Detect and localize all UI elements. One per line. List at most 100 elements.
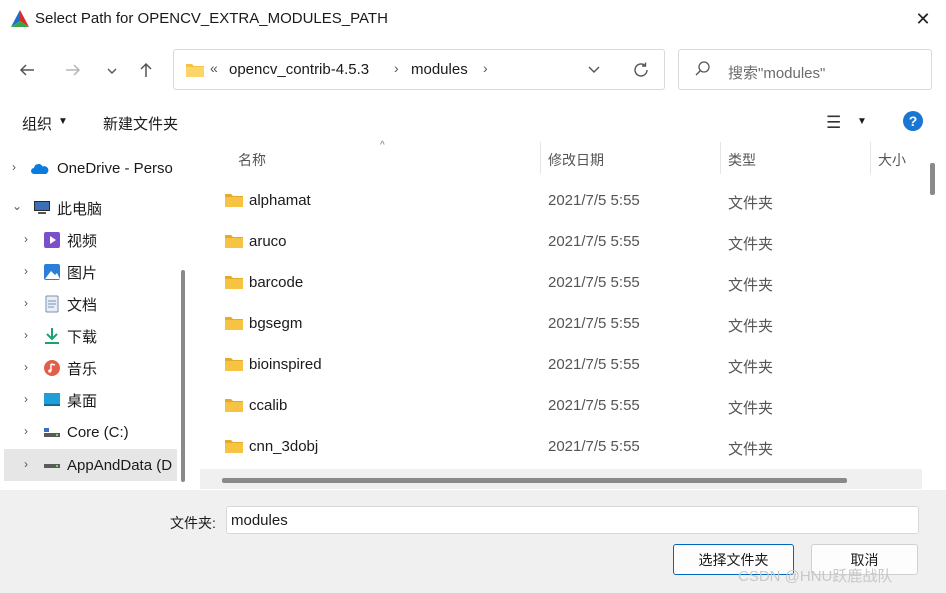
nav-item-music[interactable]: 音乐 bbox=[67, 352, 97, 384]
file-date: 2021/7/5 5:55 bbox=[548, 192, 640, 209]
column-header-name[interactable]: 名称 bbox=[238, 150, 266, 170]
recent-locations-button[interactable] bbox=[97, 56, 127, 86]
nav-item-downloads[interactable]: 下载 bbox=[67, 320, 97, 352]
file-type: 文件夹 bbox=[728, 359, 774, 376]
column-divider[interactable] bbox=[720, 142, 721, 174]
watermark: CSDN @HNU跃鹿战队 bbox=[738, 568, 893, 585]
onedrive-icon bbox=[31, 164, 49, 174]
view-options-icon[interactable]: ☰ bbox=[826, 113, 841, 133]
desktop-icon bbox=[44, 393, 60, 406]
chevron-right-icon[interactable]: › bbox=[24, 392, 28, 406]
column-header-date[interactable]: 修改日期 bbox=[548, 150, 604, 170]
folder-icon bbox=[225, 358, 243, 371]
chevron-right-icon[interactable]: › bbox=[24, 264, 28, 278]
nav-item-onedrive[interactable]: OneDrive - Perso bbox=[57, 152, 173, 184]
folder-icon bbox=[225, 399, 243, 412]
music-icon bbox=[44, 360, 60, 376]
breadcrumb-modules[interactable]: modules bbox=[411, 61, 468, 78]
chevron-down-icon bbox=[107, 68, 117, 74]
folder-icon bbox=[225, 276, 243, 289]
file-type: 文件夹 bbox=[728, 195, 774, 212]
drive-icon bbox=[44, 428, 60, 437]
help-icon[interactable]: ? bbox=[903, 111, 923, 131]
caret-down-icon[interactable]: ▼ bbox=[857, 116, 867, 127]
back-button[interactable] bbox=[12, 55, 42, 85]
vertical-scrollbar[interactable] bbox=[930, 163, 935, 195]
up-button[interactable] bbox=[131, 55, 161, 85]
arrow-left-icon bbox=[19, 64, 34, 76]
file-date: 2021/7/5 5:55 bbox=[548, 274, 640, 291]
file-type: 文件夹 bbox=[728, 236, 774, 253]
nav-scrollbar[interactable] bbox=[181, 270, 185, 482]
folder-icon bbox=[186, 64, 204, 77]
column-divider[interactable] bbox=[540, 142, 541, 174]
file-name[interactable]: ccalib bbox=[249, 397, 287, 414]
nav-item-this-pc[interactable]: 此电脑 bbox=[57, 192, 102, 224]
file-date: 2021/7/5 5:55 bbox=[548, 356, 640, 373]
file-date: 2021/7/5 5:55 bbox=[548, 315, 640, 332]
nav-item-desktop[interactable]: 桌面 bbox=[67, 384, 97, 416]
folder-icon bbox=[225, 317, 243, 330]
close-button[interactable]: ✕ bbox=[900, 0, 946, 38]
computer-icon bbox=[34, 201, 50, 214]
address-overflow[interactable]: « bbox=[210, 60, 218, 76]
chevron-right-icon[interactable]: › bbox=[24, 424, 28, 438]
folder-label: 文件夹: bbox=[170, 515, 216, 531]
arrow-right-icon bbox=[66, 64, 81, 76]
file-type: 文件夹 bbox=[728, 400, 774, 417]
downloads-icon bbox=[45, 328, 59, 344]
folder-name-field[interactable] bbox=[226, 506, 919, 534]
chevron-down-icon[interactable]: ⌄ bbox=[12, 199, 22, 213]
chevron-right-icon[interactable]: › bbox=[24, 360, 28, 374]
arrow-up-icon bbox=[140, 62, 152, 77]
nav-item-pictures[interactable]: 图片 bbox=[67, 256, 97, 288]
file-type: 文件夹 bbox=[728, 277, 774, 294]
address-dropdown-button[interactable] bbox=[583, 58, 605, 80]
sort-ascending-icon: ^ bbox=[380, 140, 385, 151]
caret-down-icon[interactable]: ▼ bbox=[58, 116, 68, 127]
file-date: 2021/7/5 5:55 bbox=[548, 438, 640, 455]
cmake-app-icon bbox=[11, 10, 29, 27]
column-header-size[interactable]: 大小 bbox=[878, 150, 906, 170]
file-name[interactable]: aruco bbox=[249, 233, 287, 250]
nav-item-drive-c[interactable]: Core (C:) bbox=[67, 416, 129, 448]
file-name[interactable]: alphamat bbox=[249, 192, 311, 209]
file-name[interactable]: bioinspired bbox=[249, 356, 322, 373]
pictures-icon bbox=[44, 264, 60, 280]
file-name[interactable]: bgsegm bbox=[249, 315, 302, 332]
folder-icon bbox=[225, 194, 243, 207]
chevron-right-icon[interactable]: › bbox=[12, 160, 16, 174]
nav-item-videos[interactable]: 视频 bbox=[67, 224, 97, 256]
new-folder-button[interactable]: 新建文件夹 bbox=[103, 113, 178, 134]
refresh-button[interactable] bbox=[626, 56, 656, 84]
horizontal-scrollbar-thumb[interactable] bbox=[222, 478, 847, 483]
chevron-right-icon[interactable]: › bbox=[24, 328, 28, 342]
column-divider[interactable] bbox=[870, 142, 871, 174]
file-name[interactable]: cnn_3dobj bbox=[249, 438, 318, 455]
chevron-right-icon[interactable]: › bbox=[24, 457, 28, 471]
file-date: 2021/7/5 5:55 bbox=[548, 233, 640, 250]
file-type: 文件夹 bbox=[728, 318, 774, 335]
folder-icon bbox=[225, 235, 243, 248]
column-header-type[interactable]: 类型 bbox=[728, 150, 756, 170]
refresh-icon bbox=[634, 62, 648, 77]
breadcrumb-opencv-contrib[interactable]: opencv_contrib-4.5.3 bbox=[229, 61, 369, 78]
search-placeholder: 搜索"modules" bbox=[728, 65, 826, 82]
nav-item-drive-d[interactable]: AppAndData (D bbox=[67, 449, 172, 481]
search-icon bbox=[695, 61, 710, 76]
file-type: 文件夹 bbox=[728, 441, 774, 458]
forward-button[interactable] bbox=[58, 55, 88, 85]
breadcrumb-separator[interactable]: › bbox=[483, 60, 488, 76]
nav-item-documents[interactable]: 文档 bbox=[67, 288, 97, 320]
file-date: 2021/7/5 5:55 bbox=[548, 397, 640, 414]
breadcrumb-separator[interactable]: › bbox=[394, 60, 399, 76]
chevron-down-icon bbox=[588, 66, 600, 73]
videos-icon bbox=[44, 232, 60, 248]
organize-button[interactable]: 组织 bbox=[22, 113, 52, 134]
folder-icon bbox=[225, 440, 243, 453]
documents-icon bbox=[45, 295, 59, 313]
file-name[interactable]: barcode bbox=[249, 274, 303, 291]
drive-icon bbox=[44, 464, 60, 468]
chevron-right-icon[interactable]: › bbox=[24, 296, 28, 310]
chevron-right-icon[interactable]: › bbox=[24, 232, 28, 246]
